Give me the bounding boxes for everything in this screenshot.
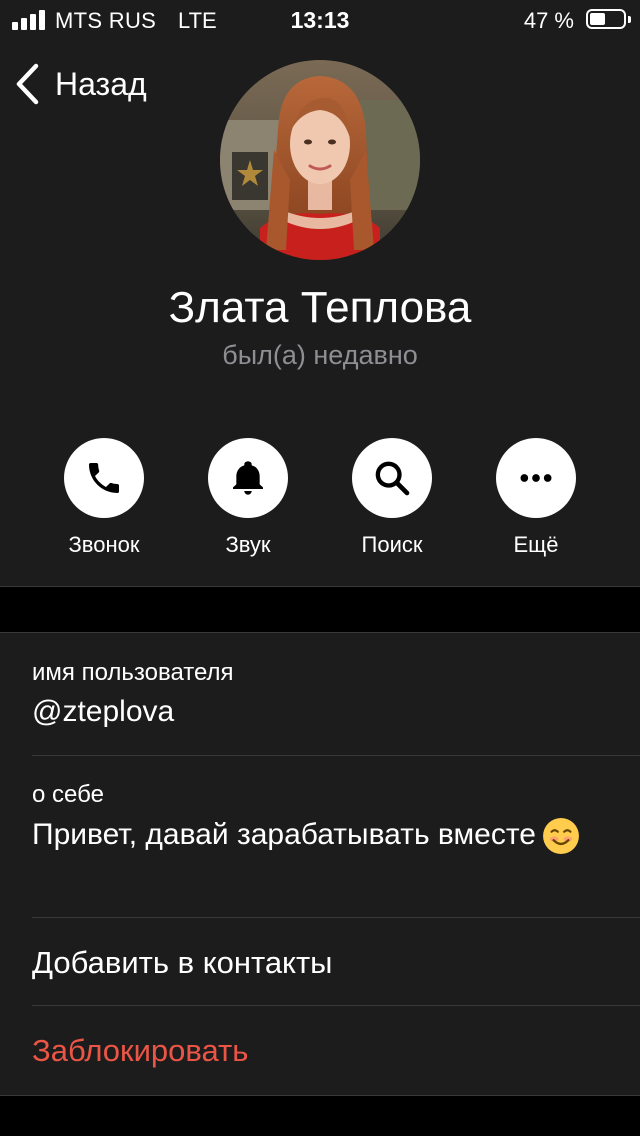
search-icon (375, 461, 410, 496)
block-user-button[interactable]: Заблокировать (32, 1033, 640, 1069)
divider (32, 1005, 640, 1006)
back-label: Назад (55, 65, 147, 102)
chevron-left-icon (16, 63, 39, 105)
avatar[interactable] (220, 60, 420, 260)
more-button-circle[interactable] (496, 438, 576, 518)
add-to-contacts-button[interactable]: Добавить в контакты (32, 945, 640, 981)
action-buttons: Звонок Звук Поиск Ещё (0, 438, 640, 562)
username-value[interactable]: @zteplova (32, 695, 640, 729)
battery-level (590, 13, 605, 25)
about-text: Привет, давай зарабатывать вместе (32, 818, 536, 851)
battery-icon (586, 9, 626, 29)
profile-photo (220, 60, 420, 260)
more-icon (520, 474, 552, 482)
username-row[interactable]: имя пользователя @zteplova (32, 659, 640, 729)
status-bar: MTS RUS LTE 13:13 47 % (0, 0, 640, 40)
about-title: о себе (32, 781, 104, 808)
search-button-circle[interactable] (352, 438, 432, 518)
call-button-circle[interactable] (64, 438, 144, 518)
bell-icon (233, 461, 263, 495)
info-list: имя пользователя @zteplova о себе Привет… (0, 632, 640, 1096)
last-seen-status: был(а) недавно (222, 340, 418, 370)
about-value: Привет, давай зарабатывать вместе (32, 815, 592, 855)
phone-icon (89, 463, 119, 493)
profile-header: MTS RUS LTE 13:13 47 % Назад Злата Тепло… (0, 0, 640, 587)
sound-label: Звук (225, 532, 271, 557)
battery-percent: 47 % (523, 8, 574, 33)
profile-name: Злата Теплова (168, 283, 472, 332)
back-button[interactable]: Назад (14, 60, 147, 108)
battery-tip (628, 16, 631, 23)
divider (32, 917, 640, 918)
about-row: о себе Привет, давай зарабатывать вместе (32, 781, 640, 855)
search-label: Поиск (361, 532, 423, 557)
more-label: Ещё (513, 532, 559, 557)
search-button[interactable]: Поиск (320, 438, 464, 562)
divider (32, 755, 640, 756)
username-title: имя пользователя (32, 659, 234, 686)
smiling-face-emoji (542, 818, 579, 855)
sound-button-circle[interactable] (208, 438, 288, 518)
call-label: Звонок (68, 532, 140, 557)
more-button[interactable]: Ещё (464, 438, 608, 562)
sound-button[interactable]: Звук (176, 438, 320, 562)
call-button[interactable]: Звонок (32, 438, 176, 562)
